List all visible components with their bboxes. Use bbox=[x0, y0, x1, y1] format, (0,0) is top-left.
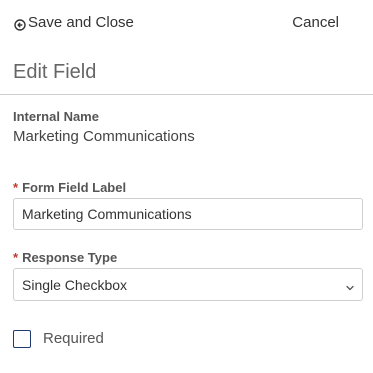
form-field-label-text: Form Field Label bbox=[22, 180, 127, 195]
response-type-label: * Response Type bbox=[13, 250, 117, 266]
save-and-close-label: Save and Close bbox=[28, 14, 134, 31]
circle-arrow-left-icon bbox=[14, 17, 26, 31]
save-and-close-button[interactable]: Save and Close bbox=[14, 13, 134, 33]
response-type-select[interactable]: Single Checkbox bbox=[13, 268, 363, 301]
edit-field-panel: Save and Close Cancel Edit Field Interna… bbox=[0, 0, 373, 373]
header-divider bbox=[0, 94, 373, 95]
response-type-text: Response Type bbox=[22, 250, 118, 265]
form-field-label-label: * Form Field Label bbox=[13, 180, 126, 196]
response-type-selected-value: Single Checkbox bbox=[22, 277, 128, 293]
required-checkbox[interactable] bbox=[13, 330, 31, 348]
form-field-label-input[interactable] bbox=[13, 198, 363, 230]
required-asterisk: * bbox=[13, 250, 19, 265]
cancel-button[interactable]: Cancel bbox=[292, 13, 339, 33]
required-asterisk: * bbox=[13, 180, 19, 195]
toolbar: Save and Close Cancel bbox=[0, 0, 373, 46]
required-checkbox-label: Required bbox=[43, 330, 104, 347]
internal-name-value: Marketing Communications bbox=[13, 128, 195, 145]
required-checkbox-row[interactable]: Required bbox=[13, 329, 104, 349]
page-title: Edit Field bbox=[13, 61, 97, 83]
chevron-down-icon bbox=[345, 280, 355, 291]
internal-name-label: Internal Name bbox=[13, 109, 99, 124]
